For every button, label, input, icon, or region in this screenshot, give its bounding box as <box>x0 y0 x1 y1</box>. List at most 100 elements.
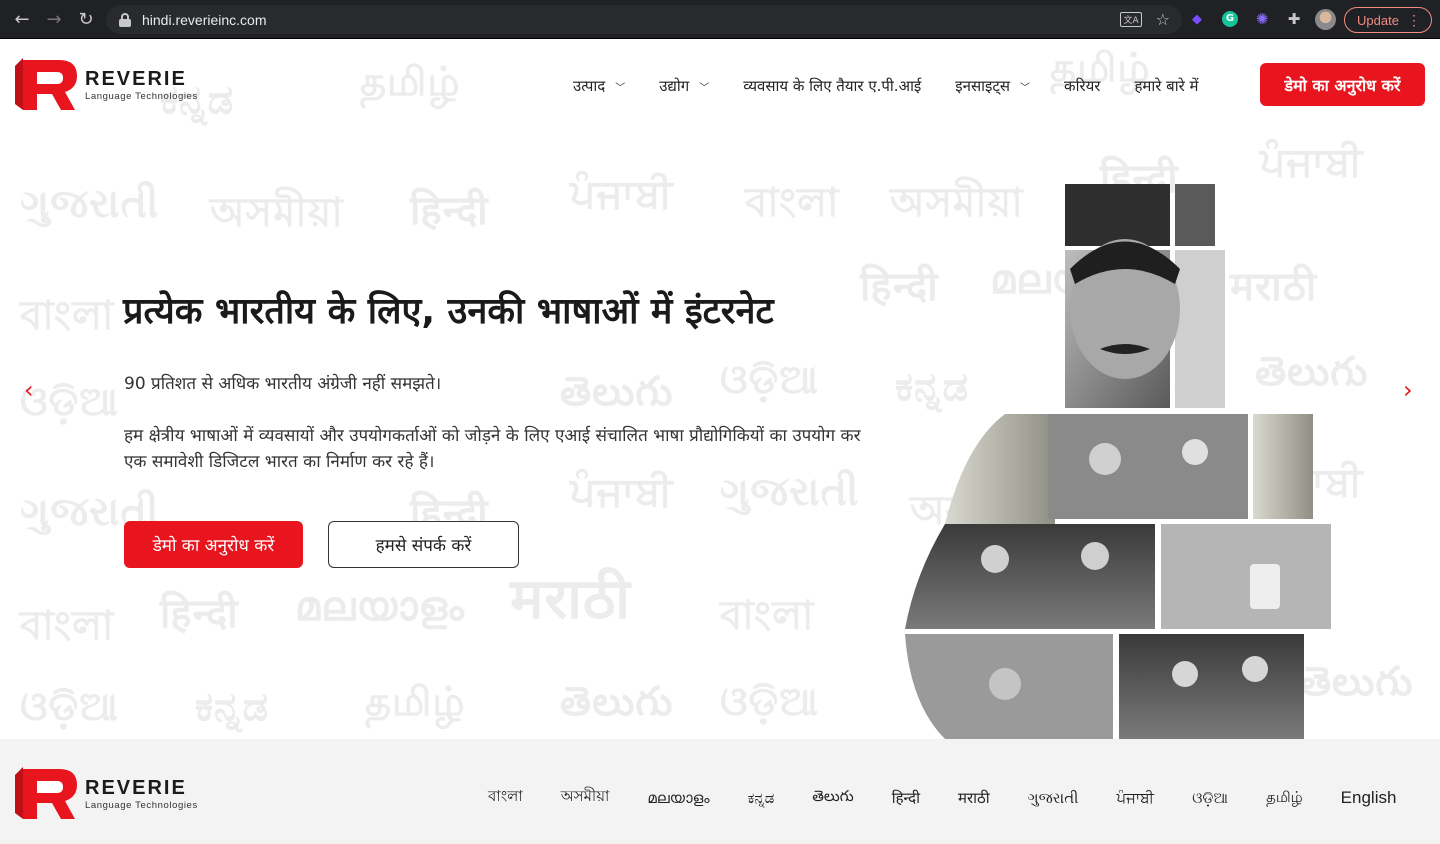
header-logo[interactable]: REVERIE Language Technologies <box>15 58 198 112</box>
nav-item-label: उद्योग <box>659 77 690 95</box>
nav-item-label: इनसाइट्स <box>955 77 1011 95</box>
logo-brand-text: REVERIE <box>85 67 187 90</box>
chevron-down-icon: ﹀ <box>699 82 710 94</box>
hero-title: प्रत्येक भारतीय के लिए, उनकी भाषाओं में … <box>123 291 774 332</box>
address-bar-url: hindi.reverieinc.com <box>142 11 267 28</box>
watermark-word: ଓଡ଼ିଆ <box>20 379 119 425</box>
nav-item-about-us[interactable]: हमारे बारे में <box>1134 76 1198 96</box>
footer: REVERIE Language Technologies বাংলা অসমী… <box>0 739 1440 844</box>
hero-description: हम क्षेत्रीय भाषाओं में व्यवसायों और उपय… <box>124 426 861 472</box>
language-link-marathi[interactable]: मराठी <box>958 788 990 808</box>
nav-item-label: हमारे बारे में <box>1134 77 1199 95</box>
language-link-tamil[interactable]: தமிழ் <box>1266 788 1303 808</box>
language-link-punjabi[interactable]: ਪੰਜਾਬੀ <box>1116 789 1154 807</box>
carousel-next-arrow-icon[interactable]: › <box>1403 376 1413 404</box>
collage-tile <box>1048 414 1248 519</box>
address-bar[interactable]: hindi.reverieinc.com 文A ☆ <box>106 5 1182 34</box>
nav-item-industries[interactable]: उद्योग ﹀ <box>659 76 709 96</box>
collage-tile <box>1175 184 1215 246</box>
collage-figure-head <box>1089 443 1121 475</box>
collage-figure-head <box>1172 661 1198 687</box>
collage-figure-head <box>1081 542 1109 570</box>
hero-photo-collage <box>905 184 1331 739</box>
language-link-telugu[interactable]: తెలుగు <box>812 787 853 809</box>
collage-figure-head <box>989 668 1021 700</box>
collage-figure-head <box>1242 656 1268 682</box>
collage-tile <box>1161 524 1331 629</box>
collage-tile <box>1065 184 1170 246</box>
carousel-prev-arrow-icon[interactable]: ‹ <box>24 376 34 404</box>
language-link-bengali[interactable]: বাংলা <box>488 785 523 810</box>
collage-tile <box>1253 414 1313 519</box>
logo-tagline: Language Technologies <box>85 799 198 811</box>
update-button-label: Update <box>1357 12 1399 28</box>
watermark-word: বাংলা <box>20 603 115 649</box>
extension-gear-icon[interactable]: ✺ <box>1251 8 1273 30</box>
collage-tile <box>905 524 1155 629</box>
extensions-puzzle-icon[interactable]: ✚ <box>1283 8 1305 30</box>
contact-us-button[interactable]: हमसे संपर्क करें <box>328 521 519 568</box>
watermark-word: বাংলা <box>745 180 840 226</box>
watermark-word: മലയാളം <box>295 584 465 630</box>
watermark-word: தமிழ் <box>360 59 461 105</box>
footer-logo[interactable]: REVERIE Language Technologies <box>15 767 198 821</box>
collage-figure-head <box>981 545 1009 573</box>
nav-item-label: उत्पाद <box>573 77 606 95</box>
chevron-down-icon: ﹀ <box>1020 82 1031 94</box>
watermark-word: ಕನ್ನಡ <box>195 684 270 730</box>
watermark-word: ગુજરાતી <box>20 181 160 227</box>
web-page: தமிழ் ಕನ್ನಡ தமிழ் ગુજરાતી অসমীয়া हिन्दी… <box>0 39 1440 844</box>
reload-icon[interactable]: ↻ <box>72 5 100 33</box>
watermark-word: বাংলা <box>20 293 115 339</box>
address-bar-actions: 文A ☆ <box>1120 5 1170 34</box>
main-nav: उत्पाद ﹀ उद्योग ﹀ व्यवसाय के लिए तैयार ए… <box>573 73 1232 99</box>
language-switcher: বাংলা অসমীয়া മലയാളം ಕನ್ನಡ తెలుగు हिन्दी… <box>488 785 1396 810</box>
extension-purple-icon[interactable]: ◆ <box>1186 8 1208 30</box>
back-arrow-icon[interactable]: ← <box>8 5 36 33</box>
watermark-word: ਪੰਜਾਬੀ <box>1260 139 1364 185</box>
nav-item-careers[interactable]: करियर <box>1064 76 1100 96</box>
request-demo-button[interactable]: डेमो का अनुरोध करें <box>124 521 303 568</box>
nav-item-label: व्यवसाय के लिए तैयार ए.पी.आई <box>743 77 922 95</box>
nav-item-products[interactable]: उत्पाद ﹀ <box>573 76 625 96</box>
watermark-word: தமிழ் <box>365 679 466 725</box>
reverie-logo-icon <box>15 767 77 819</box>
chevron-down-icon: ﹀ <box>615 82 626 94</box>
collage-shoulder <box>945 414 1055 524</box>
profile-avatar[interactable] <box>1315 9 1336 30</box>
bookmark-star-icon[interactable]: ☆ <box>1156 10 1170 29</box>
request-demo-nav-button[interactable]: डेमो का अनुरोध करें <box>1260 63 1425 106</box>
language-link-english[interactable]: English <box>1341 788 1397 808</box>
watermark-word: मराठी <box>510 567 631 632</box>
watermark-word: తెలుగు <box>560 679 674 725</box>
watermark-word: ଓଡ଼ିଆ <box>20 684 119 730</box>
language-link-kannada[interactable]: ಕನ್ನಡ <box>748 789 775 807</box>
browser-update-button[interactable]: Update ⋮ <box>1344 7 1432 33</box>
browser-toolbar: ← → ↻ hindi.reverieinc.com 文A ☆ ◆ G ✺ ✚ … <box>0 0 1440 39</box>
watermark-word: ଓଡ଼ିଆ <box>720 679 819 725</box>
language-link-gujarati[interactable]: ગુજરાતી <box>1028 789 1079 807</box>
collage-figure-head <box>1182 439 1208 465</box>
browser-nav-buttons: ← → ↻ <box>8 5 100 33</box>
watermark-word: বাংলা <box>720 593 815 639</box>
nav-item-label: करियर <box>1064 77 1101 95</box>
collage-tile <box>1119 634 1304 739</box>
translate-icon[interactable]: 文A <box>1120 12 1142 27</box>
forward-arrow-icon[interactable]: → <box>40 5 68 33</box>
watermark-word: తెలుగు <box>560 369 674 415</box>
hero-subtitle: 90 प्रतिशत से अधिक भारतीय अंग्रेजी नहीं … <box>124 374 442 394</box>
more-menu-icon[interactable]: ⋮ <box>1407 11 1421 29</box>
language-link-odia[interactable]: ଓଡ଼ିଆ <box>1192 789 1228 807</box>
language-link-assamese[interactable]: অসমীয়া <box>561 785 610 810</box>
watermark-word: हिन्दी <box>160 591 239 637</box>
nav-item-business-apis[interactable]: व्यवसाय के लिए तैयार ए.पी.आई <box>743 76 921 96</box>
watermark-word: ଓଡ଼ିଆ <box>720 357 819 403</box>
watermark-word: অসমীয়া <box>210 190 344 236</box>
language-link-hindi[interactable]: हिन्दी <box>892 788 920 808</box>
collage-phone <box>1250 564 1280 609</box>
grammarly-extension-icon[interactable]: G <box>1219 8 1241 30</box>
watermark-word: ગુજરાતી <box>720 469 860 515</box>
nav-item-insights[interactable]: इनसाइट्स ﹀ <box>955 76 1030 96</box>
watermark-word: ਪੰਜਾਬੀ <box>570 171 674 217</box>
language-link-malayalam[interactable]: മലയാളം <box>647 789 709 807</box>
